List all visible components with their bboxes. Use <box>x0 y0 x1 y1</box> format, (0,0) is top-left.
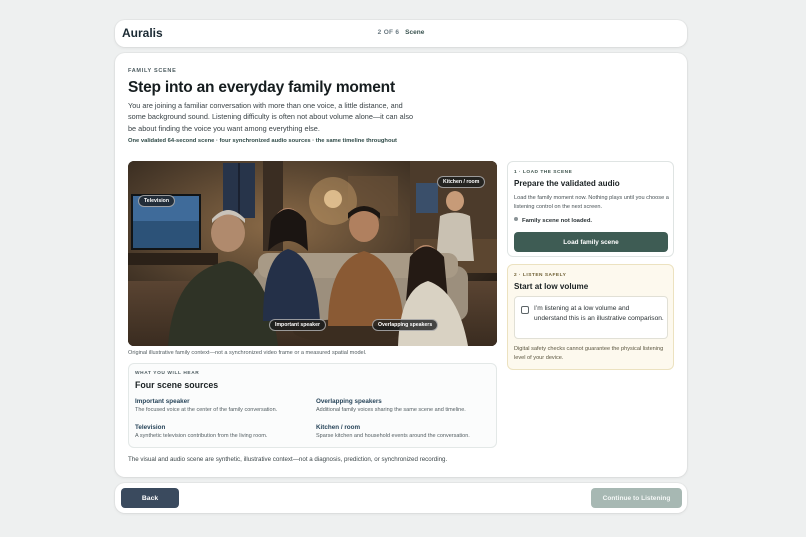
step-name: Scene <box>405 29 425 36</box>
source-television: Television A synthetic television contri… <box>135 424 310 439</box>
load-family-scene-button[interactable]: Load family scene <box>514 232 668 252</box>
source-name: Overlapping speakers <box>316 398 382 405</box>
source-desc: A synthetic television contribution from… <box>135 433 268 439</box>
image-caption: Original illustrative family context—not… <box>128 350 367 356</box>
safety-title: Start at low volume <box>514 282 589 291</box>
status-dot-icon <box>514 217 518 221</box>
step-indicator: 2 OF 6 Scene <box>115 29 687 36</box>
page-title: Step into an everyday family moment <box>128 79 395 96</box>
low-volume-checkbox[interactable] <box>521 306 529 314</box>
source-name: Kitchen / room <box>316 424 361 431</box>
scene-eyebrow: FAMILY SCENE <box>128 68 177 74</box>
load-title: Prepare the validated audio <box>514 179 620 188</box>
continue-button[interactable]: Continue to Listening <box>591 488 682 508</box>
scene-card: FAMILY SCENE Step into an everyday famil… <box>115 53 687 477</box>
source-overlapping-speakers: Overlapping speakers Additional family v… <box>316 398 491 413</box>
top-bar: Auralis 2 OF 6 Scene <box>115 20 687 47</box>
tag-television: Television <box>138 195 175 207</box>
scene-summary: One validated 64-second scene · four syn… <box>128 138 397 144</box>
source-kitchen-room: Kitchen / room Sparse kitchen and househ… <box>316 424 491 439</box>
tag-kitchen: Kitchen / room <box>437 176 486 188</box>
safety-step-label: 2 · LISTEN SAFELY <box>514 273 567 278</box>
source-name: Television <box>135 424 166 431</box>
source-desc: Additional family voices sharing the sam… <box>316 407 466 413</box>
tag-important-speaker: Important speaker <box>269 319 326 331</box>
footer-bar: Back Continue to Listening <box>115 483 687 513</box>
load-step-label: 1 · LOAD THE SCENE <box>514 170 573 175</box>
family-scene-image: Television Kitchen / room Important spea… <box>128 161 497 346</box>
load-status-text: Family scene not loaded. <box>522 218 593 224</box>
source-desc: The focused voice at the center of the f… <box>135 407 278 413</box>
safety-note: Digital safety checks cannot guarantee t… <box>514 346 664 361</box>
load-scene-panel: 1 · LOAD THE SCENE Prepare the validated… <box>507 161 674 257</box>
scene-intro: You are joining a familiar conversation … <box>128 101 414 133</box>
sources-title: Four scene sources <box>135 380 219 390</box>
sources-panel: WHAT YOU WILL HEAR Four scene sources Im… <box>128 363 497 448</box>
scene-disclaimer: The visual and audio scene are synthetic… <box>128 456 448 463</box>
source-name: Important speaker <box>135 398 190 405</box>
source-important-speaker: Important speaker The focused voice at t… <box>135 398 310 413</box>
back-button[interactable]: Back <box>121 488 179 508</box>
sources-eyebrow: WHAT YOU WILL HEAR <box>135 371 200 376</box>
load-status: Family scene not loaded. <box>514 217 592 224</box>
low-volume-confirm[interactable]: I’m listening at a low volume and unders… <box>514 296 668 339</box>
tag-overlapping-speakers: Overlapping speakers <box>372 319 439 331</box>
low-volume-checkbox-label[interactable]: I’m listening at a low volume and unders… <box>534 304 664 324</box>
listen-safely-panel: 2 · LISTEN SAFELY Start at low volume I’… <box>507 264 674 370</box>
load-desc: Load the family moment now. Nothing play… <box>514 195 669 210</box>
step-count: 2 OF 6 <box>377 29 400 36</box>
source-desc: Sparse kitchen and household events arou… <box>316 433 470 439</box>
